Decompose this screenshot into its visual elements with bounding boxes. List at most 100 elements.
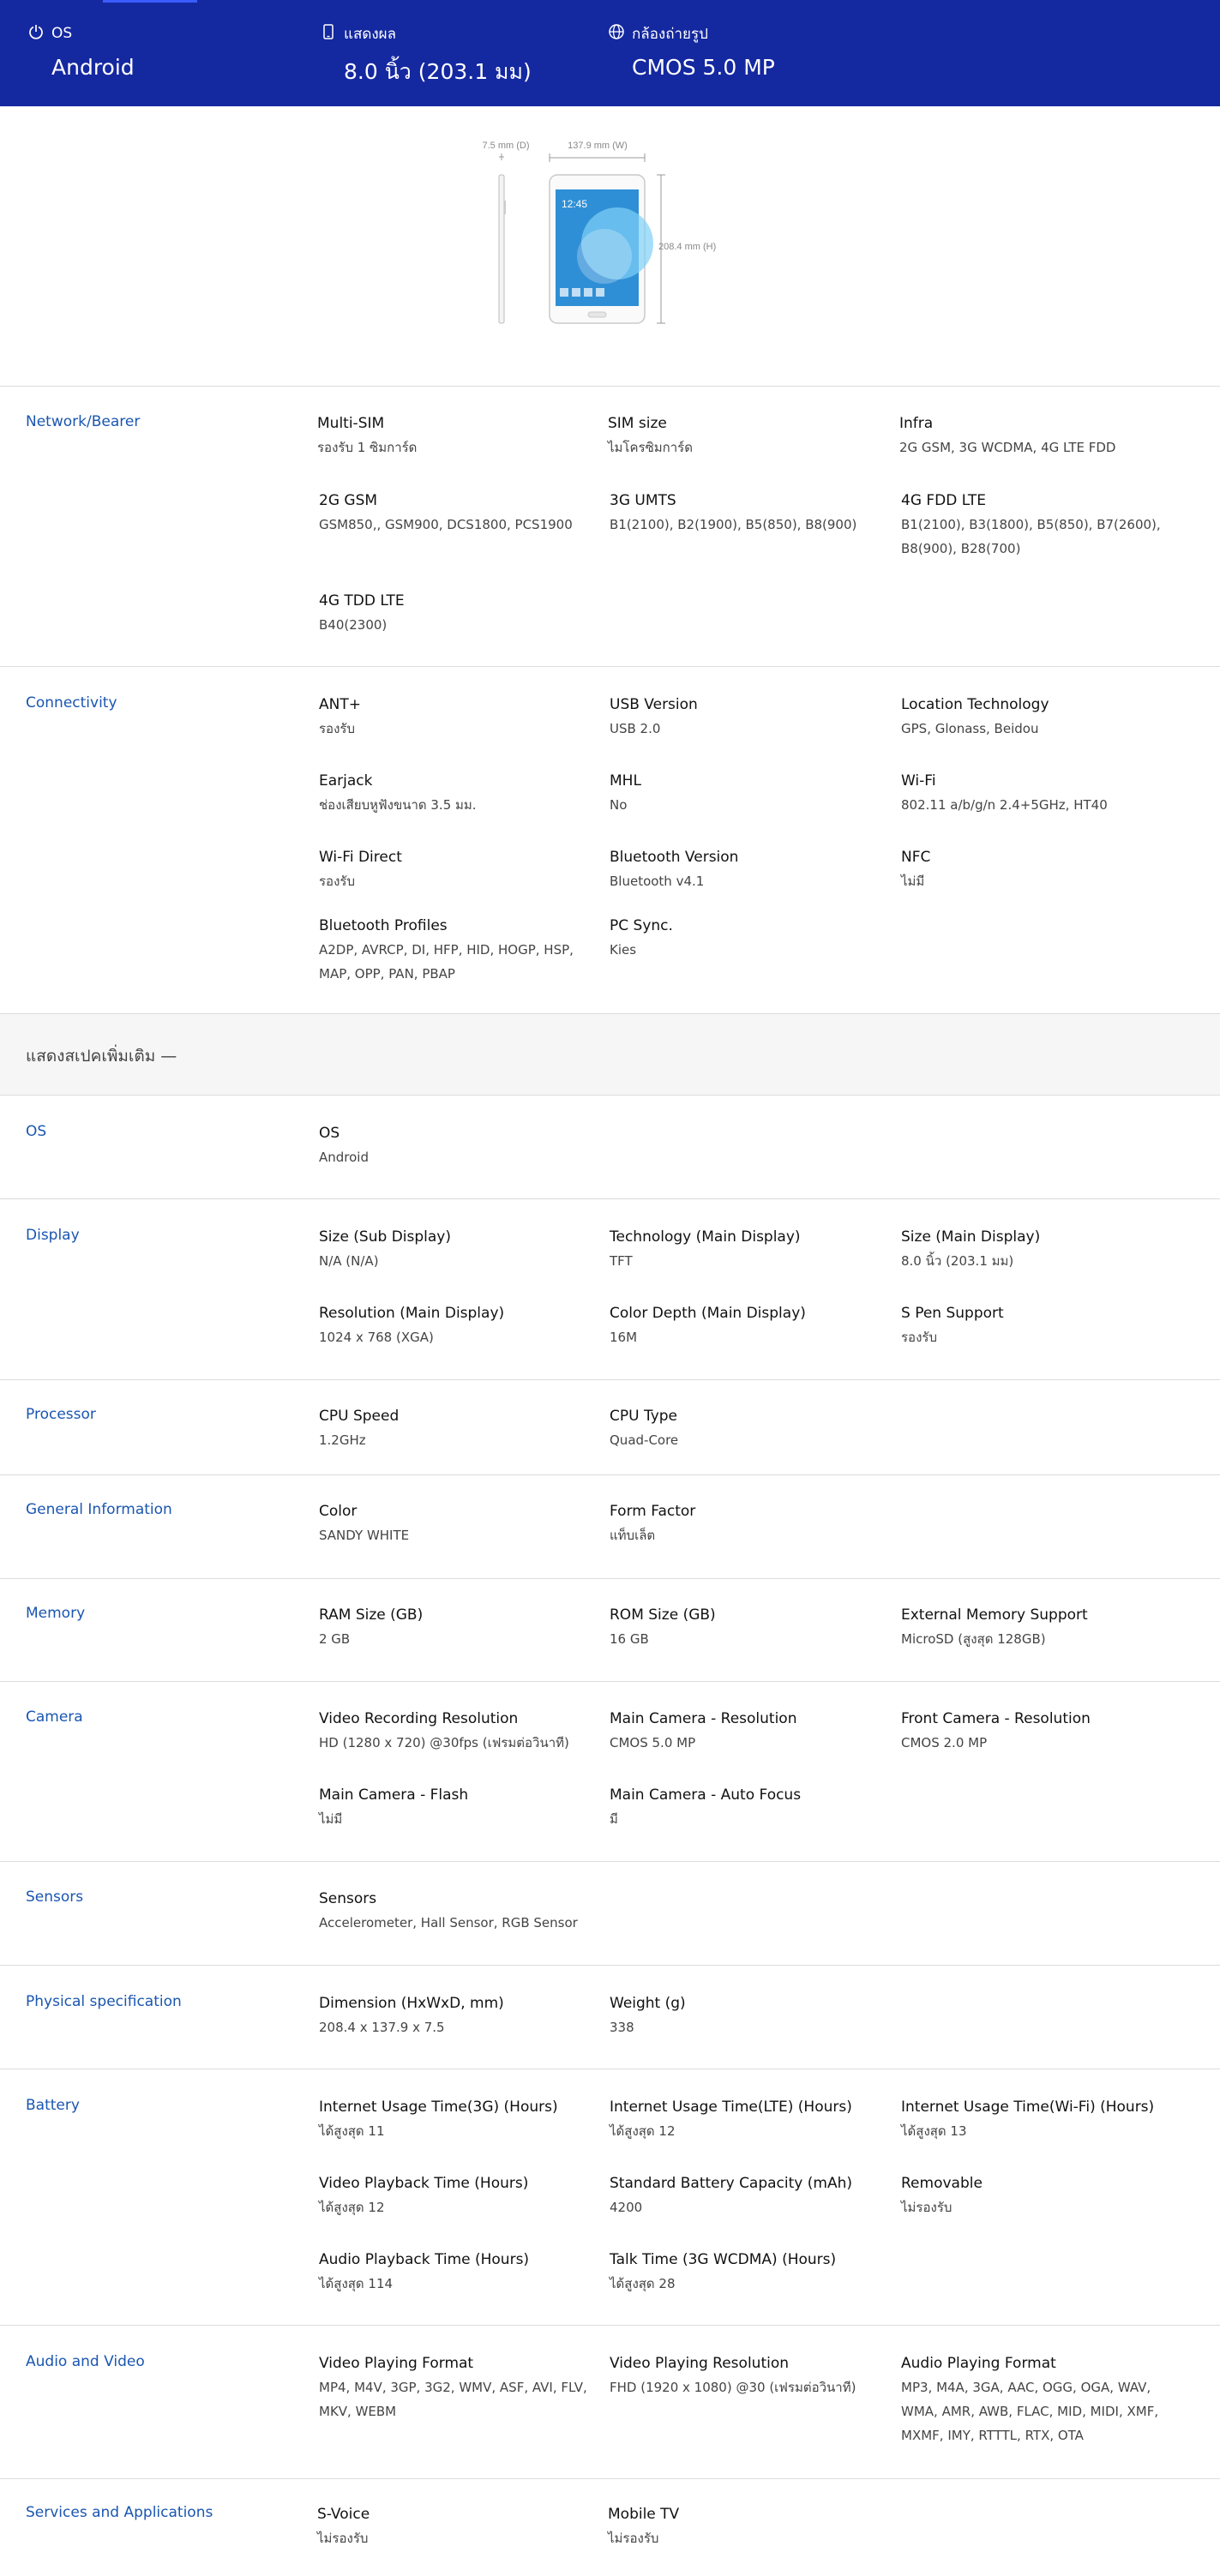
spec-video-recording-resolution: Video Recording Resolution HD (1280 x 720… — [319, 1708, 593, 1755]
spec-audio-playing-format: Audio Playing Format MP3, M4A, 3GA, AAC, … — [901, 2353, 1175, 2447]
tablet-clock-text: 12:45 — [562, 198, 587, 210]
spec-sim-size: SIM size ไมโครซิมการ์ด — [608, 413, 882, 459]
spec-label: 4G FDD LTE — [901, 492, 987, 509]
spec-weight: Weight (g) 338 — [610, 1993, 884, 2039]
spec-label: Audio Playback Time (Hours) — [319, 2251, 530, 2268]
spec-label: Weight (g) — [610, 1995, 686, 2012]
spec-label: S Pen Support — [901, 1305, 1004, 1322]
spec-value: รองรับ — [319, 874, 355, 889]
summary-display-label: แสดงผล — [344, 25, 397, 43]
spec-value: 16M — [610, 1330, 638, 1345]
spec-multi-sim: Multi-SIM รองรับ 1 ซิมการ์ด — [317, 413, 592, 459]
spec-main-camera-flash: Main Camera - Flash ไม่มี — [319, 1785, 593, 1831]
spec-resolution-main-display: Resolution (Main Display) 1024 x 768 (XGA… — [319, 1303, 593, 1349]
summary-os-label: OS — [51, 25, 73, 42]
spec-internet-usage-lte: Internet Usage Time(LTE) (Hours) ได้สูงสุ… — [610, 2097, 884, 2143]
spec-label: Talk Time (3G WCDMA) (Hours) — [610, 2251, 837, 2268]
spec-color: Color SANDY WHITE — [319, 1501, 593, 1547]
spec-label: Infra — [899, 415, 934, 432]
spec-value: ได้สูงสุด 12 — [610, 2123, 676, 2139]
section-physical-specification: Physical specification Dimension (HxWxD,… — [0, 1966, 1220, 2069]
spec-value: 2 GB — [319, 1631, 351, 1647]
spec-audio-playback-time: Audio Playback Time (Hours) ได้สูงสุด 114 — [319, 2249, 593, 2296]
spec-4g-fdd-lte: 4G FDD LTE B1(2100), B3(1800), B5(850), B… — [901, 490, 1175, 561]
spec-value: ไมโครซิมการ์ด — [608, 440, 693, 455]
spec-label: Video Playing Format — [319, 2355, 474, 2372]
section-memory: Memory RAM Size (GB) 2 GB ROM Size (GB) 16… — [0, 1579, 1220, 1682]
device-dimension-image: 7.5 mm (D) 137.9 mm (W) 12:45 208.4 mm (… — [0, 106, 1220, 387]
spec-bluetooth-profiles: Bluetooth Profiles A2DP, AVRCP, DI, HFP, … — [319, 916, 593, 986]
tablet-side-view — [498, 174, 505, 324]
spec-label: RAM Size (GB) — [319, 1606, 424, 1624]
show-more-specs-label[interactable]: แสดงสเปคเพิ่มเติม — — [26, 1043, 177, 1069]
section-title: Battery — [26, 2097, 80, 2114]
spec-label: CPU Type — [610, 1408, 678, 1425]
spec-earjack: Earjack ช่องเสียบหูฟังขนาด 3.5 มม. — [319, 771, 593, 817]
section-title: Connectivity — [26, 694, 117, 712]
spec-value: ไม่รองรับ — [608, 2531, 659, 2546]
spec-nfc: NFC ไม่มี — [901, 847, 1175, 893]
height-label: 208.4 mm (H) — [658, 242, 716, 252]
spec-value: Android — [319, 1150, 369, 1165]
spec-label: Earjack — [319, 772, 373, 790]
spec-front-camera-resolution: Front Camera - Resolution CMOS 2.0 MP — [901, 1708, 1175, 1755]
spec-technology-main-display: Technology (Main Display) TFT — [610, 1227, 884, 1273]
spec-label: 2G GSM — [319, 492, 378, 509]
spec-rom-size: ROM Size (GB) 16 GB — [610, 1605, 884, 1651]
spec-value: 208.4 x 137.9 x 7.5 — [319, 2020, 445, 2035]
spec-main-camera-auto-focus: Main Camera - Auto Focus มี — [610, 1785, 884, 1831]
spec-value: TFT — [610, 1253, 633, 1269]
spec-label: Removable — [901, 2175, 983, 2192]
spec-label: Video Playback Time (Hours) — [319, 2175, 529, 2192]
spec-value: USB 2.0 — [610, 721, 661, 736]
spec-label: Location Technology — [901, 696, 1049, 713]
spec-label: Video Playing Resolution — [610, 2355, 790, 2372]
spec-value: A2DP, AVRCP, DI, HFP, HID, HOGP, HSP, MA… — [319, 942, 574, 982]
spec-internet-usage-wifi: Internet Usage Time(Wi-Fi) (Hours) ได้สูง… — [901, 2097, 1175, 2143]
spec-value: มี — [610, 1811, 618, 1827]
spec-os: OS Android — [319, 1123, 593, 1169]
spec-value: ได้สูงสุด 28 — [610, 2276, 676, 2291]
section-sensors: Sensors Sensors Accelerometer, Hall Senso… — [0, 1862, 1220, 1966]
spec-label: Main Camera - Resolution — [610, 1710, 797, 1727]
spec-value: ไม่มี — [319, 1811, 343, 1827]
spec-label: Bluetooth Version — [610, 849, 739, 866]
spec-value: 802.11 a/b/g/n 2.4+5GHz, HT40 — [901, 797, 1108, 813]
spec-video-playing-format: Video Playing Format MP4, M4V, 3GP, 3G2, … — [319, 2353, 593, 2423]
spec-value: 4200 — [610, 2200, 643, 2215]
spec-label: Wi-Fi — [901, 772, 936, 790]
spec-ram-size: RAM Size (GB) 2 GB — [319, 1605, 593, 1651]
spec-value: รองรับ — [319, 721, 355, 736]
spec-cpu-type: CPU Type Quad-Core — [610, 1406, 884, 1452]
spec-label: Size (Sub Display) — [319, 1228, 451, 1246]
section-title: Services and Applications — [26, 2504, 213, 2521]
spec-label: Dimension (HxWxD, mm) — [319, 1995, 504, 2012]
spec-value: ไม่รองรับ — [317, 2531, 369, 2546]
spec-value: รองรับ 1 ซิมการ์ด — [317, 440, 418, 455]
section-title: Display — [26, 1227, 80, 1244]
section-services-and-applications: Services and Applications S-Voice ไม่รองร… — [0, 2479, 1220, 2558]
spec-value: CMOS 5.0 MP — [610, 1735, 696, 1750]
spec-label: Technology (Main Display) — [610, 1228, 801, 1246]
spec-form-factor: Form Factor แท็บเล็ต — [610, 1501, 884, 1547]
spec-value: 16 GB — [610, 1631, 649, 1647]
spec-sensors: Sensors Accelerometer, Hall Sensor, RGB S… — [319, 1888, 593, 1935]
spec-value: 8.0 นิ้ว (203.1 มม) — [901, 1253, 1014, 1269]
spec-color-depth-main-display: Color Depth (Main Display) 16M — [610, 1303, 884, 1349]
spec-value: Accelerometer, Hall Sensor, RGB Sensor — [319, 1915, 578, 1930]
spec-value: ได้สูงสุด 11 — [319, 2123, 385, 2139]
show-more-specs-toggle[interactable]: แสดงสเปคเพิ่มเติม — — [0, 1014, 1220, 1096]
spec-value: No — [610, 797, 628, 813]
summary-camera: กล้องถ่ายรูป CMOS 5.0 MP — [608, 23, 775, 80]
spec-value: SANDY WHITE — [319, 1528, 410, 1543]
spec-label: Resolution (Main Display) — [319, 1305, 505, 1322]
spec-dimension: Dimension (HxWxD, mm) 208.4 x 137.9 x 7.5 — [319, 1993, 593, 2039]
spec-bluetooth-version: Bluetooth Version Bluetooth v4.1 — [610, 847, 884, 893]
spec-label: Form Factor — [610, 1503, 696, 1520]
spec-3g-umts: 3G UMTS B1(2100), B2(1900), B5(850), B8(9… — [610, 490, 884, 537]
spec-label: NFC — [901, 849, 931, 866]
spec-value: 338 — [610, 2020, 634, 2035]
summary-os: OS Android — [27, 24, 135, 80]
summary-camera-value: CMOS 5.0 MP — [632, 55, 775, 80]
spec-label: Wi-Fi Direct — [319, 849, 402, 866]
